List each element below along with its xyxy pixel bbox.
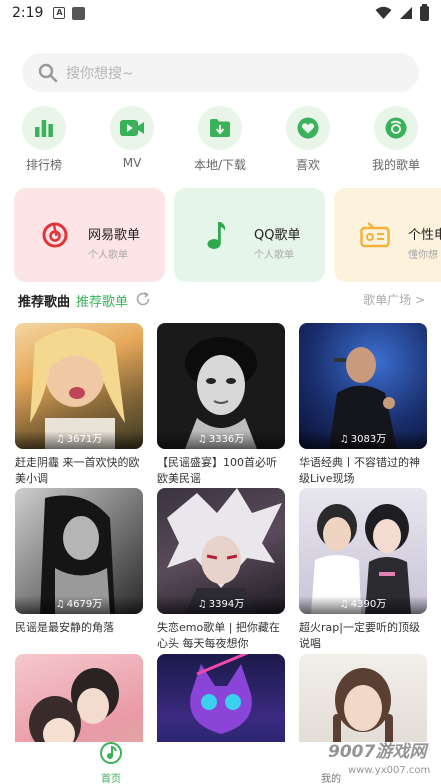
- play-count-value: 4679万: [66, 599, 103, 610]
- playlist-tile[interactable]: ♫ 4390万 超火rap|一定要听的顶级说唱: [299, 488, 427, 652]
- play-count-value: 3336万: [208, 434, 245, 445]
- tab-recommend-songs[interactable]: 推荐歌曲: [18, 291, 70, 310]
- headphones-icon: ♫: [55, 434, 65, 445]
- radio-icon: [360, 222, 390, 248]
- bar-chart-icon: [35, 120, 53, 137]
- quick-nav-label: 喜欢: [295, 158, 320, 172]
- quick-nav-label: MV: [122, 156, 142, 170]
- playlist-grid: ♫ 3671万 赶走阴霾 来一首欢快的欧美小调 ♫ 3336万 【民谣盛宴】100首…: [0, 323, 441, 743]
- notification-square-icon: [72, 6, 86, 20]
- tab-recommend-playlists[interactable]: 推荐歌单: [76, 291, 128, 310]
- nav-home[interactable]: 首页: [96, 742, 126, 784]
- status-bar: 2:19 A: [0, 0, 441, 26]
- playlist-cover: ♫ 3394万: [157, 488, 285, 614]
- play-count-value: 3671万: [66, 434, 103, 445]
- notification-a-icon: A: [53, 7, 66, 19]
- playlist-tile[interactable]: [15, 654, 143, 743]
- quick-nav-local-download[interactable]: 本地/下载: [190, 106, 250, 173]
- quick-nav-like[interactable]: 喜欢: [278, 106, 338, 173]
- playlist-cover: ♫ 4679万: [15, 488, 143, 614]
- playlist-cover: ♫ 3671万: [15, 323, 143, 449]
- recommend-section-header: 推荐歌曲 推荐歌单 歌单广场 >: [0, 288, 441, 312]
- qq-playlist-card[interactable]: QQ歌单 个人歌单: [174, 188, 325, 282]
- cover-art-braided-girl: [333, 668, 393, 743]
- card-title: 个性电: [408, 228, 441, 243]
- card-title: QQ歌单: [254, 228, 301, 243]
- music-note-icon: [207, 222, 226, 249]
- play-count-value: 4390万: [350, 599, 387, 610]
- playlist-tile[interactable]: ♫ 3083万 华语经典丨不容错过的神级Live现场: [299, 323, 427, 487]
- play-count-value: 3083万: [350, 434, 387, 445]
- playlist-plaza-link[interactable]: 歌单广场 >: [363, 291, 425, 308]
- heart-icon: [297, 117, 319, 139]
- quick-nav-label: 本地/下载: [193, 158, 247, 172]
- playlist-cover: ♫ 4390万: [299, 488, 427, 614]
- headphones-icon: ♫: [339, 599, 349, 610]
- headphones-icon: ♫: [197, 599, 207, 610]
- playlist-source-cards: 网易歌单 个人歌单 QQ歌单 个人歌单 个性电 懂你想: [0, 188, 441, 282]
- cover-art-neon-cat: [190, 654, 252, 734]
- wifi-icon: [375, 6, 392, 19]
- cover-art-illustrated-couple: [29, 668, 119, 743]
- playlist-title: 华语经典丨不容错过的神级Live现场: [299, 456, 420, 485]
- netease-playlist-card[interactable]: 网易歌单 个人歌单: [14, 188, 165, 282]
- playlist-cover: [15, 654, 143, 743]
- play-count: ♫ 3083万: [299, 431, 427, 449]
- playlist-tile[interactable]: ♫ 3394万 失恋emo歌单 | 把你藏在心头 每天每夜想你: [157, 488, 285, 652]
- play-count: ♫ 3394万: [157, 596, 285, 614]
- refresh-icon[interactable]: [135, 291, 151, 307]
- playlist-tile[interactable]: [299, 654, 427, 743]
- quick-nav-ranking[interactable]: 排行榜: [14, 106, 74, 173]
- search-placeholder: 搜你想搜~: [66, 65, 134, 82]
- card-subtitle: 个人歌单: [88, 250, 128, 261]
- headphones-icon: ♫: [55, 599, 65, 610]
- playlist-cover: ♫ 3336万: [157, 323, 285, 449]
- playlist-title: 赶走阴霾 来一首欢快的欧美小调: [15, 456, 140, 485]
- status-time: 2:19: [12, 5, 44, 21]
- battery-icon: [420, 3, 429, 21]
- playlist-tile[interactable]: ♫ 4679万 民谣是最安静的角落: [15, 488, 143, 652]
- headphones-icon: ♫: [197, 434, 207, 445]
- quick-nav-my-playlists[interactable]: 我的歌单: [366, 106, 426, 173]
- playlist-tile[interactable]: [157, 654, 285, 743]
- playlist-title: 民谣是最安静的角落: [15, 621, 114, 634]
- watermark-url: www.yx007.com: [348, 765, 431, 776]
- card-subtitle: 懂你想: [408, 250, 438, 261]
- video-icon: [120, 120, 144, 136]
- playlist-tile[interactable]: ♫ 3336万 【民谣盛宴】100首必听欧美民谣: [157, 323, 285, 487]
- quick-nav-mv[interactable]: MV: [102, 106, 162, 170]
- watermark-logo: 9007游戏网: [328, 742, 427, 762]
- home-music-icon: [100, 742, 122, 764]
- playlist-cover: [157, 654, 285, 743]
- play-count: ♫ 3336万: [157, 431, 285, 449]
- play-count: ♫ 3671万: [15, 431, 143, 449]
- personal-radio-card[interactable]: 个性电 懂你想: [334, 188, 441, 282]
- nav-mine[interactable]: 我的: [321, 770, 341, 784]
- quick-nav: 排行榜 MV 本地/下载 喜欢 我的歌单: [0, 106, 441, 178]
- play-count: ♫ 4679万: [15, 596, 143, 614]
- playlist-cover: ♫ 3083万: [299, 323, 427, 449]
- headphones-icon: ♫: [339, 434, 349, 445]
- playlist-title: 【民谣盛宴】100首必听欧美民谣: [157, 456, 277, 485]
- signal-icon: [400, 7, 412, 19]
- playlist-title: 失恋emo歌单 | 把你藏在心头 每天每夜想你: [157, 621, 280, 650]
- play-count-value: 3394万: [208, 599, 245, 610]
- card-subtitle: 个人歌单: [254, 250, 294, 261]
- playlist-tile[interactable]: ♫ 3671万 赶走阴霾 来一首欢快的欧美小调: [15, 323, 143, 487]
- quick-nav-label: 排行榜: [25, 158, 62, 172]
- quick-nav-label: 我的歌单: [371, 158, 420, 172]
- playlist-cover: [299, 654, 427, 743]
- search-bar[interactable]: 搜你想搜~: [22, 53, 419, 92]
- play-count: ♫ 4390万: [299, 596, 427, 614]
- netease-icon: [42, 222, 68, 248]
- music-disc-icon: [385, 117, 407, 139]
- search-icon: [38, 63, 58, 82]
- download-folder-icon: [210, 119, 230, 137]
- nav-home-label: 首页: [101, 774, 121, 784]
- playlist-title: 超火rap|一定要听的顶级说唱: [299, 621, 420, 650]
- card-title: 网易歌单: [88, 228, 141, 243]
